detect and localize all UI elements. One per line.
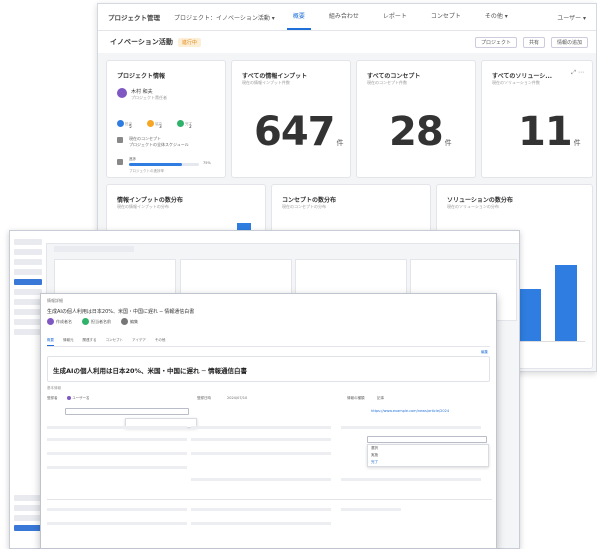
sidebar-item-active[interactable]: [14, 279, 42, 285]
project-button[interactable]: プロジェクト: [474, 36, 517, 48]
sidebar-item-user[interactable]: [14, 525, 42, 531]
sidebar-item[interactable]: [14, 299, 42, 305]
user-chip[interactable]: 作成者名: [47, 318, 72, 325]
edit-button[interactable]: 編集: [481, 350, 488, 355]
kpi-card-inputs[interactable]: すべての情報インプット 現在の情報インプット件数 647 件: [231, 60, 351, 178]
add-info-button[interactable]: 情報の追加: [550, 36, 588, 48]
field-line: [191, 508, 331, 511]
status-dropdown-list: 選択 実施 完了: [367, 444, 489, 467]
owner-name: 木村 和夫: [131, 89, 153, 95]
tab-combination[interactable]: 組み合わせ: [323, 4, 365, 30]
field-line: [341, 426, 481, 429]
calendar-icon: [117, 137, 123, 143]
user-list: 作成者名 担当者名前 編集: [47, 318, 148, 325]
divider: [47, 499, 492, 500]
field-line: [341, 508, 401, 511]
sidebar-item[interactable]: [14, 249, 42, 255]
field-line: [341, 478, 481, 481]
project-info-card: プロジェクト情報 木村 和夫 プロジェクト責任者 5 3 2 担当 協力 完了 …: [106, 60, 226, 178]
dropdown-option[interactable]: 選択: [368, 445, 488, 452]
share-button[interactable]: 共有: [522, 36, 545, 48]
top-nav-bar: [46, 231, 519, 244]
sidebar-item[interactable]: [14, 329, 42, 335]
expand-icon[interactable]: ⤢ ⋯: [571, 69, 584, 77]
field-line: [191, 452, 331, 455]
tab-other[interactable]: その他: [155, 338, 166, 346]
user-chip[interactable]: 担当者名前: [82, 318, 111, 325]
sidebar-item[interactable]: [14, 259, 42, 265]
tab-other[interactable]: その他 ▾: [479, 4, 514, 30]
dropdown-option[interactable]: 完了: [368, 459, 488, 466]
sidebar-item[interactable]: [14, 319, 42, 325]
page-header: イノベーション活動 進行中 プロジェクト 共有 情報の追加: [98, 31, 596, 53]
dropdown-option[interactable]: 実施: [368, 452, 488, 459]
user-menu[interactable]: ユーザー ▾: [557, 13, 586, 22]
tab-concept[interactable]: コンセプト: [106, 338, 124, 346]
tab-source[interactable]: 情報元: [63, 338, 74, 346]
progress-icon: [117, 159, 123, 165]
user-chip[interactable]: 編集: [121, 318, 138, 325]
kpi-value: 11 件: [518, 109, 581, 155]
field-row: 登録者 ユーザー名 登録日時 2024/07/10 情報の種類 記事: [47, 396, 384, 400]
field-line: [191, 426, 331, 429]
field-line: [47, 452, 187, 455]
category-select[interactable]: [65, 408, 189, 415]
sidebar-item[interactable]: [14, 495, 42, 501]
field-line: [47, 466, 187, 469]
sidebar-item[interactable]: [14, 515, 42, 521]
card-title: プロジェクト情報: [117, 73, 166, 80]
sidebar-item[interactable]: [14, 309, 42, 315]
tab-concept[interactable]: コンセプト: [425, 4, 467, 30]
page-header: [54, 246, 134, 252]
field-line: [191, 522, 331, 525]
project-selector[interactable]: プロジェクト：イノベーション活動 ▾: [174, 13, 275, 22]
top-nav-bar: プロジェクト管理 プロジェクト：イノベーション活動 ▾ 概要 組み合わせ レポー…: [98, 4, 596, 31]
source-link[interactable]: https://www.example.com/news/article/202…: [371, 409, 449, 413]
page-title: イノベーション活動: [110, 38, 173, 46]
sidebar-item[interactable]: [14, 289, 42, 295]
field-line: [191, 438, 331, 441]
kpi-card-solutions[interactable]: すべてのソリューシ... ⤢ ⋯ 現在のソリューション件数 11 件: [481, 60, 593, 178]
section-label: 基本情報: [47, 386, 61, 390]
field-line: [191, 478, 331, 481]
field-line: [47, 438, 187, 441]
avatar: [117, 88, 127, 98]
tab-overview[interactable]: 概要: [286, 4, 311, 30]
sidebar-item[interactable]: [14, 239, 42, 245]
chart-bar: [519, 289, 541, 341]
progress-track: [129, 163, 199, 166]
sidebar-item[interactable]: [14, 505, 42, 511]
sidebar-item[interactable]: [14, 269, 42, 275]
headline-box: 生成AIの個人利用は日本20%、米国・中国に遅れ ─ 情報通信白書: [47, 356, 490, 382]
tab-summary[interactable]: 概要: [47, 338, 54, 346]
tab-idea[interactable]: アイデア: [132, 338, 146, 346]
field-line: [47, 522, 187, 525]
field-line: [47, 508, 187, 511]
app-title: プロジェクト管理: [108, 14, 160, 22]
owner-role: プロジェクト責任者: [131, 95, 167, 100]
status-badge: 進行中: [177, 37, 201, 47]
detail-title: 生成AIの個人利用は日本20%、米国・中国に遅れ ─ 情報通信白書: [47, 309, 195, 315]
tab-related[interactable]: 関連する: [83, 338, 97, 346]
progress-fill: [129, 163, 182, 166]
tab-report[interactable]: レポート: [377, 4, 413, 30]
chart-bar: [555, 265, 577, 341]
field-line: [47, 426, 187, 429]
headline-text: 生成AIの個人利用は日本20%、米国・中国に遅れ ─ 情報通信白書: [53, 367, 247, 375]
status-select[interactable]: [367, 436, 487, 443]
kpi-value: 647 件: [254, 109, 344, 155]
detail-tabs: 概要 情報元 関連する コンセプト アイデア その他: [47, 338, 490, 347]
kpi-card-concepts[interactable]: すべてのコンセプト 現在のコンセプト件数 28 件: [356, 60, 476, 178]
kpi-value: 28 件: [389, 109, 452, 155]
info-detail-window: 情報詳細 生成AIの個人利用は日本20%、米国・中国に遅れ ─ 情報通信白書 作…: [40, 293, 497, 549]
window-header: 情報詳細: [47, 298, 63, 303]
